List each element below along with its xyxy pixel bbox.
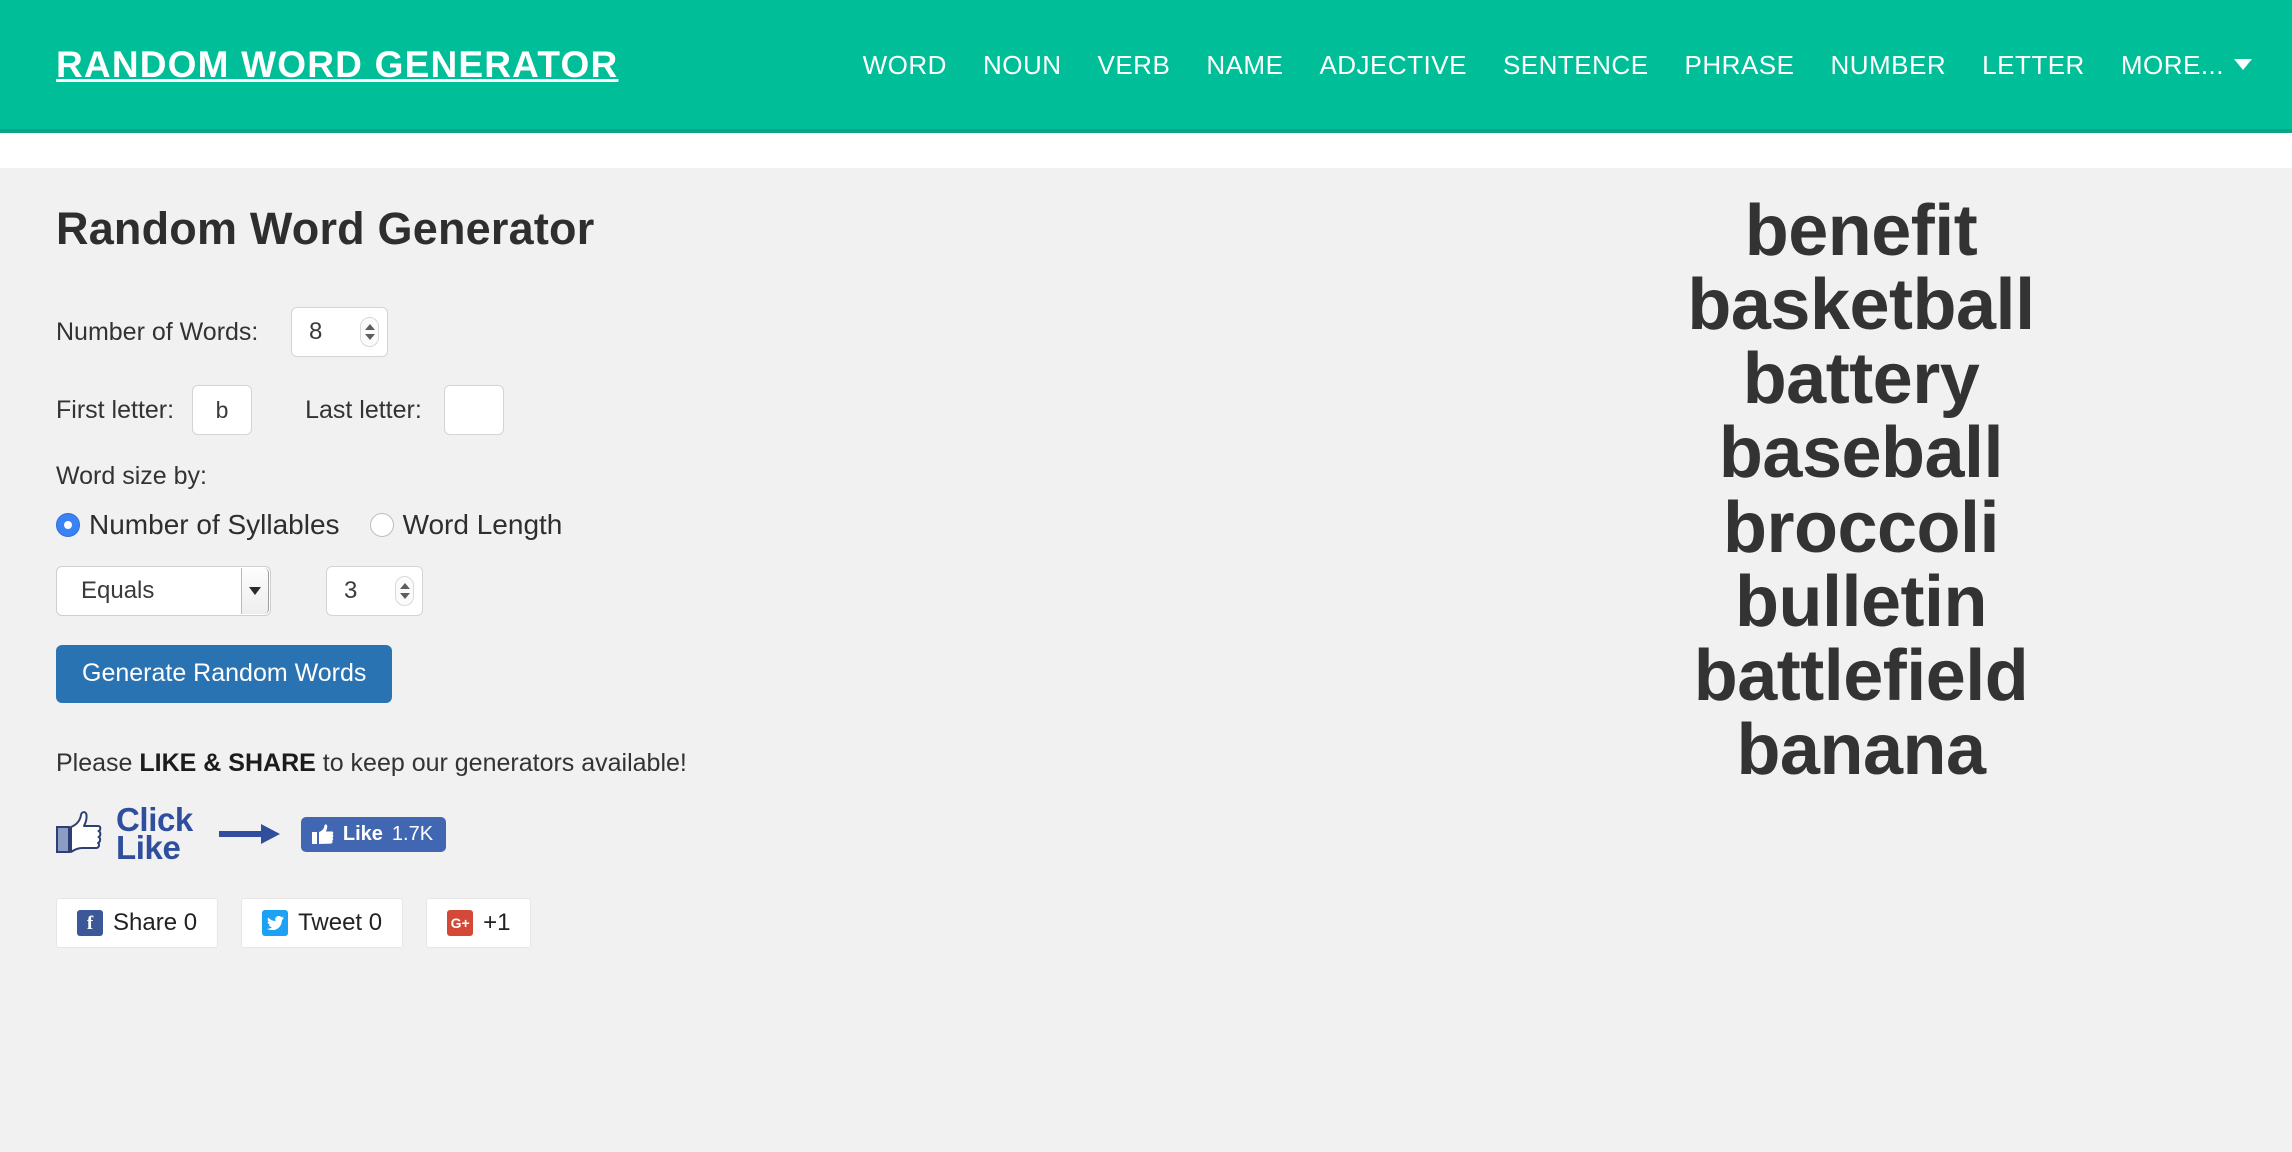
google-plus-share-button[interactable]: G+ +1 (426, 898, 531, 948)
last-letter-label: Last letter: (305, 398, 422, 423)
letter-filters-row: First letter: b Last letter: (56, 385, 1430, 435)
radio-unselected-icon[interactable] (370, 513, 394, 537)
syllable-count-stepper[interactable] (395, 576, 414, 606)
generator-form-panel: Random Word Generator Number of Words: 8… (0, 168, 1430, 948)
google-plus-share-label: +1 (483, 911, 510, 935)
page-title: Random Word Generator (56, 202, 1430, 256)
header-spacer (0, 133, 2292, 168)
nav-item-number[interactable]: NUMBER (1812, 52, 1964, 78)
stepper-down-icon[interactable] (400, 593, 410, 599)
comparison-row: Equals 3 (56, 566, 1430, 616)
like-share-text-after: to keep our generators available! (316, 749, 687, 777)
syllable-count-value: 3 (344, 579, 357, 603)
facebook-like-button[interactable]: Like 1.7K (301, 817, 446, 852)
last-letter-input[interactable] (444, 385, 504, 435)
click-like-line2: Like (116, 834, 193, 862)
number-of-words-input[interactable]: 8 (291, 307, 388, 357)
nav-item-more-label: MORE... (2121, 52, 2224, 78)
site-header: RANDOM WORD GENERATOR WORD NOUN VERB NAM… (0, 0, 2292, 133)
generated-word: banana (1430, 713, 2292, 787)
like-share-text-bold: LIKE & SHARE (139, 749, 315, 777)
comparison-select[interactable]: Equals (56, 566, 271, 616)
radio-selected-icon[interactable] (56, 513, 80, 537)
nav-item-sentence[interactable]: SENTENCE (1485, 52, 1667, 78)
generate-row: Generate Random Words (56, 645, 1430, 703)
stepper-down-icon[interactable] (365, 334, 375, 340)
google-plus-icon: G+ (447, 910, 473, 936)
nav-item-word[interactable]: WORD (845, 52, 965, 78)
page-body: Random Word Generator Number of Words: 8… (0, 168, 2292, 1152)
facebook-thumb-icon (312, 824, 334, 844)
syllable-count-input[interactable]: 3 (326, 566, 423, 616)
first-letter-label: First letter: (56, 398, 174, 423)
stepper-up-icon[interactable] (400, 583, 410, 589)
nav-item-adjective[interactable]: ADJECTIVE (1301, 52, 1485, 78)
radio-word-length[interactable]: Word Length (370, 511, 563, 539)
generated-word: basketball (1430, 268, 2292, 342)
comparison-select-value: Equals (81, 579, 154, 603)
nav-item-more[interactable]: MORE... (2103, 52, 2252, 78)
word-size-by-row: Word size by: (56, 464, 1430, 489)
social-share-row: f Share 0 Tweet 0 G+ +1 (56, 898, 1430, 948)
number-of-words-stepper[interactable] (360, 317, 379, 347)
generated-word: broccoli (1430, 491, 2292, 565)
thumbs-up-icon (56, 810, 102, 859)
stepper-up-icon[interactable] (365, 324, 375, 330)
site-logo[interactable]: RANDOM WORD GENERATOR (56, 46, 618, 83)
number-of-words-value: 8 (309, 320, 322, 344)
generated-word: battery (1430, 342, 2292, 416)
facebook-like-count: 1.7K (392, 824, 433, 844)
generated-word: benefit (1430, 194, 2292, 268)
first-letter-input[interactable]: b (192, 385, 252, 435)
facebook-like-label: Like (343, 824, 383, 844)
click-like-banner: Click Like Like 1.7K (56, 806, 1430, 862)
number-of-words-label: Number of Words: (56, 320, 291, 345)
nav-item-phrase[interactable]: PHRASE (1667, 52, 1813, 78)
word-size-by-label: Word size by: (56, 464, 207, 489)
generate-random-words-button[interactable]: Generate Random Words (56, 645, 392, 703)
generated-words-panel: benefit basketball battery baseball broc… (1430, 168, 2292, 787)
click-like-text: Click Like (116, 806, 193, 862)
nav-item-verb[interactable]: VERB (1080, 52, 1189, 78)
twitter-share-button[interactable]: Tweet 0 (241, 898, 403, 948)
facebook-share-label: Share 0 (113, 911, 197, 935)
radio-number-of-syllables[interactable]: Number of Syllables (56, 511, 340, 539)
nav-item-name[interactable]: NAME (1188, 52, 1301, 78)
facebook-share-button[interactable]: f Share 0 (56, 898, 218, 948)
radio-number-of-syllables-label: Number of Syllables (89, 511, 340, 539)
radio-word-length-label: Word Length (403, 511, 563, 539)
nav-item-letter[interactable]: LETTER (1964, 52, 2103, 78)
generated-word: bulletin (1430, 565, 2292, 639)
arrow-right-icon (219, 821, 281, 847)
twitter-icon (262, 910, 288, 936)
generated-word: baseball (1430, 416, 2292, 490)
like-share-message: Please LIKE & SHARE to keep our generato… (56, 751, 1430, 776)
main-navigation: WORD NOUN VERB NAME ADJECTIVE SENTENCE P… (845, 52, 2252, 78)
generated-word: battlefield (1430, 639, 2292, 713)
chevron-down-icon (2234, 59, 2252, 70)
word-size-by-options: Number of Syllables Word Length (56, 511, 1430, 539)
twitter-share-label: Tweet 0 (298, 911, 382, 935)
select-dropdown-arrow-icon[interactable] (241, 568, 269, 614)
nav-item-noun[interactable]: NOUN (965, 52, 1080, 78)
facebook-icon: f (77, 910, 103, 936)
like-share-text-before: Please (56, 749, 139, 777)
number-of-words-row: Number of Words: 8 (56, 307, 1430, 357)
